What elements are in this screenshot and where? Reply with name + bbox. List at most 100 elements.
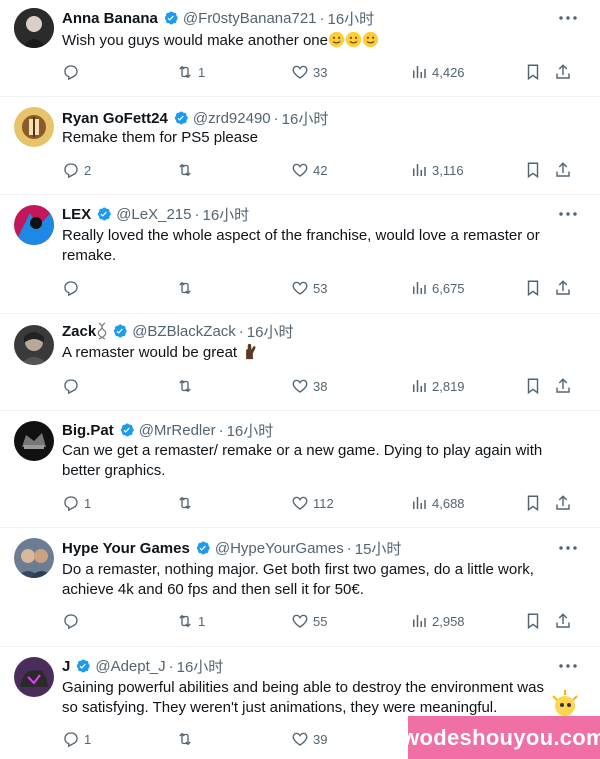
views-bar-chart-icon — [413, 380, 426, 392]
tweet-big-pat[interactable]: Big.Pat @MrRedler · 16小时 Can we get a re… — [0, 411, 600, 527]
timestamp[interactable]: 16小时 — [282, 108, 329, 129]
views-button[interactable]: 2,819 — [410, 376, 465, 396]
like-button[interactable]: 39 — [291, 729, 327, 749]
timestamp[interactable]: 15小时 — [355, 538, 402, 559]
views-button[interactable]: 3,116 — [410, 160, 464, 180]
reply-button[interactable] — [62, 376, 84, 396]
tweet-anna-banana[interactable]: Anna Banana @Fr0styBanana721 · 16小时 Wish… — [0, 0, 600, 96]
timestamp[interactable]: 16小时 — [177, 656, 224, 677]
tweet-hype-your-games[interactable]: Hype Your Games @HypeYourGames · 15小时 Do… — [0, 528, 600, 646]
display-name[interactable]: Big.Pat — [62, 422, 114, 439]
repost-button[interactable] — [176, 493, 198, 513]
views-button[interactable]: 2,958 — [410, 611, 465, 631]
watermark-mascot-icon — [552, 690, 578, 716]
repost-icon — [179, 281, 191, 295]
user-handle[interactable]: @Adept_J — [95, 658, 165, 675]
like-button[interactable]: 33 — [291, 62, 327, 82]
avatar[interactable] — [14, 421, 54, 461]
avatar[interactable] — [14, 657, 54, 697]
dna-icon — [97, 322, 107, 340]
reply-button[interactable] — [62, 62, 84, 82]
repost-button[interactable] — [176, 278, 198, 298]
share-icon — [556, 378, 570, 393]
bookmark-button[interactable] — [524, 62, 542, 82]
timestamp[interactable]: 16小时 — [227, 420, 274, 441]
reply-button[interactable] — [62, 611, 84, 631]
reply-icon — [64, 732, 78, 748]
reply-icon — [64, 65, 78, 81]
display-name[interactable]: Hype Your Games — [62, 540, 190, 557]
tweet-ryan-gofett24[interactable]: Ryan GoFett24 @zrd92490 · 16小时 Remake th… — [0, 97, 600, 194]
verified-badge-icon — [174, 111, 188, 125]
like-button[interactable]: 112 — [291, 493, 334, 513]
tweet-lex[interactable]: LEX @LeX_215 · 16小时 Really loved the who… — [0, 195, 600, 313]
repost-icon — [179, 379, 191, 393]
more-options-icon[interactable] — [558, 8, 578, 28]
verified-badge-icon — [114, 324, 127, 338]
display-name[interactable]: Zack — [62, 323, 96, 340]
user-handle[interactable]: @Fr0styBanana721 — [183, 10, 317, 27]
user-handle[interactable]: @zrd92490 — [193, 110, 271, 127]
views-button[interactable]: 6,675 — [410, 278, 465, 298]
bookmark-icon — [527, 162, 539, 179]
bookmark-button[interactable] — [524, 278, 542, 298]
more-options-icon[interactable] — [558, 204, 578, 224]
reply-button[interactable] — [62, 278, 84, 298]
repost-button[interactable]: 1 — [176, 611, 205, 631]
repost-button[interactable]: 1 — [176, 62, 205, 82]
like-button[interactable]: 53 — [291, 278, 327, 298]
views-button[interactable]: 4,688 — [410, 493, 465, 513]
tweet-text: Wish you guys would make another one — [62, 31, 557, 51]
share-button[interactable] — [554, 493, 572, 513]
timestamp[interactable]: 16小时 — [202, 204, 249, 225]
heart-icon — [292, 65, 308, 79]
avatar[interactable] — [14, 325, 54, 365]
share-button[interactable] — [554, 62, 572, 82]
share-button[interactable] — [554, 376, 572, 396]
tweet-header: Big.Pat @MrRedler · 16小时 — [62, 420, 274, 441]
share-button[interactable] — [554, 160, 572, 180]
heart-icon — [292, 163, 308, 177]
display-name[interactable]: J — [62, 658, 70, 675]
display-name[interactable]: LEX — [62, 206, 91, 223]
like-button[interactable]: 42 — [291, 160, 327, 180]
user-handle[interactable]: @MrRedler — [139, 422, 216, 439]
bookmark-icon — [527, 378, 539, 395]
avatar[interactable] — [14, 107, 54, 147]
reply-button[interactable]: 1 — [62, 729, 91, 749]
more-options-icon[interactable] — [558, 656, 578, 676]
user-handle[interactable]: @BZBlackZack — [132, 323, 236, 340]
views-button[interactable]: 4,426 — [410, 62, 465, 82]
repost-button[interactable] — [176, 376, 198, 396]
user-handle[interactable]: @LeX_215 — [116, 206, 191, 223]
repost-button[interactable] — [176, 160, 198, 180]
tweet-header: Anna Banana @Fr0styBanana721 · 16小时 — [62, 8, 375, 29]
heart-icon — [292, 732, 308, 746]
reply-button[interactable]: 2 — [62, 160, 91, 180]
like-button[interactable]: 38 — [291, 376, 327, 396]
user-handle[interactable]: @HypeYourGames — [215, 540, 344, 557]
share-button[interactable] — [554, 611, 572, 631]
bookmark-button[interactable] — [524, 611, 542, 631]
tweet-zack[interactable]: Zack @BZBlackZack · 16小时 A remaster woul… — [0, 314, 600, 410]
timestamp[interactable]: 16小时 — [247, 321, 294, 342]
reply-button[interactable]: 1 — [62, 493, 91, 513]
display-name[interactable]: Ryan GoFett24 — [62, 110, 168, 127]
like-button[interactable]: 55 — [291, 611, 327, 631]
bookmark-button[interactable] — [524, 376, 542, 396]
bookmark-button[interactable] — [524, 493, 542, 513]
bookmark-button[interactable] — [524, 160, 542, 180]
share-button[interactable] — [554, 278, 572, 298]
avatar[interactable] — [14, 538, 54, 578]
tweet-header: Ryan GoFett24 @zrd92490 · 16小时 — [62, 108, 329, 129]
display-name[interactable]: Anna Banana — [62, 10, 158, 27]
repost-button[interactable] — [176, 729, 198, 749]
tweet-header: LEX @LeX_215 · 16小时 — [62, 204, 250, 225]
heart-icon — [292, 614, 308, 628]
timestamp[interactable]: 16小时 — [328, 8, 375, 29]
crossed-fingers-icon — [246, 343, 256, 360]
avatar[interactable] — [14, 205, 54, 245]
avatar[interactable] — [14, 8, 54, 48]
repost-icon — [179, 732, 191, 746]
more-options-icon[interactable] — [558, 538, 578, 558]
